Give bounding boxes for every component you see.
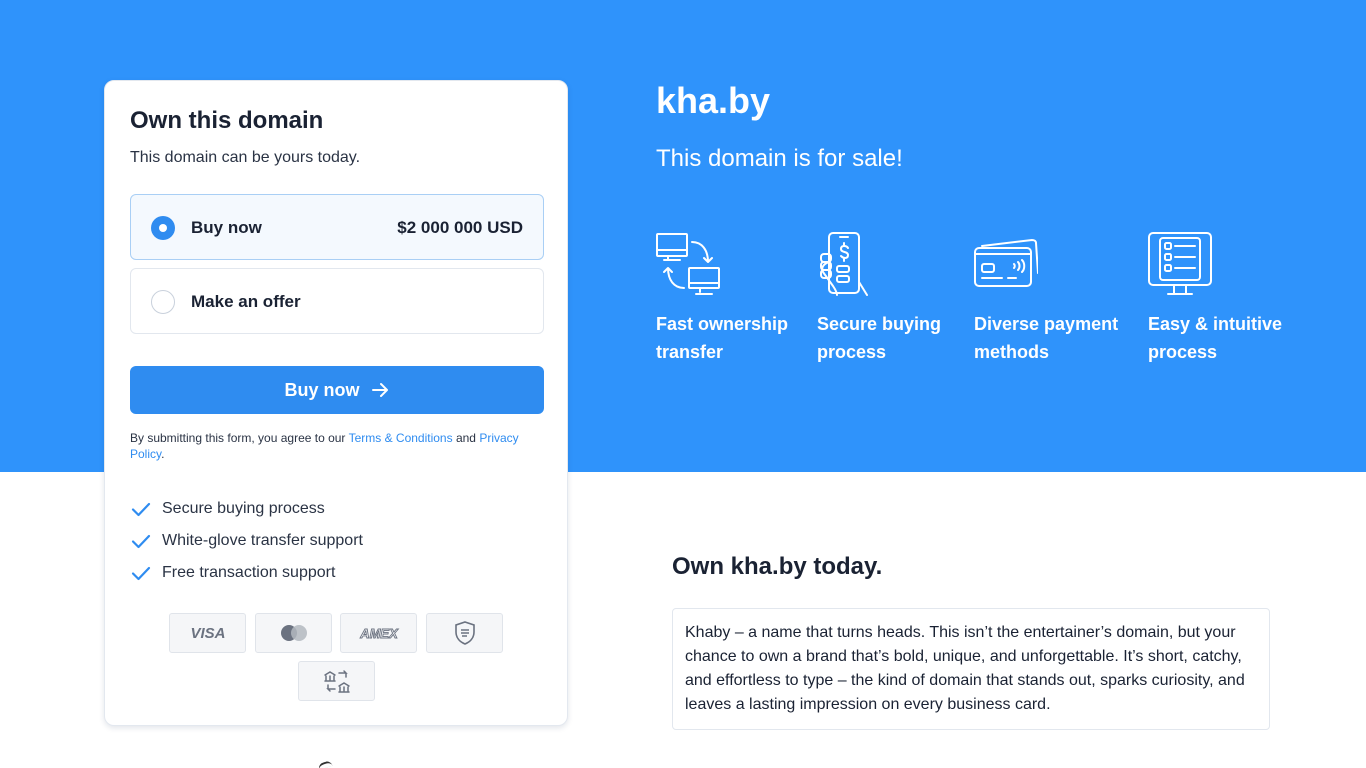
make-offer-radio[interactable] <box>151 290 175 314</box>
bank-transfer-icon <box>298 661 375 701</box>
benefit-item: White-glove transfer support <box>130 525 363 557</box>
purchase-card: Own this domain This domain can be yours… <box>104 80 568 726</box>
terms-link[interactable]: Terms & Conditions <box>349 431 453 445</box>
escrow-shield-icon <box>426 613 503 653</box>
feature-label: Secure buying process <box>817 314 942 362</box>
benefit-label: Secure buying process <box>162 500 325 517</box>
mastercard-icon <box>255 613 332 653</box>
option-buy-now[interactable]: Buy now $2 000 000 USD <box>130 194 544 260</box>
process-list-icon <box>1148 232 1212 295</box>
svg-text:AMEX: AMEX <box>359 626 399 641</box>
option-make-offer[interactable]: Make an offer <box>130 268 544 334</box>
visa-icon: VISA <box>169 613 246 653</box>
feature-diverse-payment: Diverse payment methods <box>974 232 1134 366</box>
feature-fast-transfer: Fast ownership transfer <box>656 232 796 366</box>
own-domain-heading: Own kha.by today. <box>672 553 883 580</box>
scroll-hint-mark <box>317 759 333 768</box>
feature-secure-buying: Secure buying process <box>817 232 957 366</box>
domain-description: Khaby – a name that turns heads. This is… <box>672 608 1270 730</box>
feature-label: Fast ownership transfer <box>656 314 789 362</box>
feature-easy-process: Easy & intuitive process <box>1148 232 1298 366</box>
feature-label: Diverse payment methods <box>974 314 1119 362</box>
buy-now-radio[interactable] <box>151 216 175 240</box>
card-title: Own this domain <box>130 107 324 134</box>
svg-text:VISA: VISA <box>190 625 225 641</box>
terms-notice: By submitting this form, you agree to ou… <box>130 430 544 462</box>
option-buy-now-price: $2 000 000 USD <box>397 218 523 237</box>
amex-icon: AMEX <box>340 613 417 653</box>
terms-prefix: By submitting this form, you agree to ou… <box>130 431 346 445</box>
benefit-label: Free transaction support <box>162 564 336 581</box>
benefit-item: Free transaction support <box>130 557 363 589</box>
option-make-offer-label: Make an offer <box>191 292 301 311</box>
buy-now-button-label: Buy now <box>284 379 360 400</box>
payment-card-icon <box>974 239 1038 287</box>
option-buy-now-label: Buy now <box>191 218 262 237</box>
ownership-transfer-icon <box>656 233 720 295</box>
benefits-list: Secure buying process White-glove transf… <box>130 493 363 589</box>
secure-payment-phone-icon <box>820 232 868 296</box>
domain-for-sale-subtitle: This domain is for sale! <box>656 145 903 172</box>
checkmark-icon <box>131 534 151 549</box>
terms-suffix: . <box>161 447 165 461</box>
card-subtitle: This domain can be yours today. <box>130 149 361 166</box>
benefit-label: White-glove transfer support <box>162 532 363 549</box>
domain-title: kha.by <box>656 80 771 121</box>
checkmark-icon <box>131 502 151 517</box>
feature-label: Easy & intuitive process <box>1148 314 1283 362</box>
terms-and: and <box>455 431 476 445</box>
checkmark-icon <box>131 566 151 581</box>
benefit-item: Secure buying process <box>130 493 363 525</box>
arrow-right-icon <box>371 383 388 397</box>
buy-now-button[interactable]: Buy now <box>130 366 544 414</box>
